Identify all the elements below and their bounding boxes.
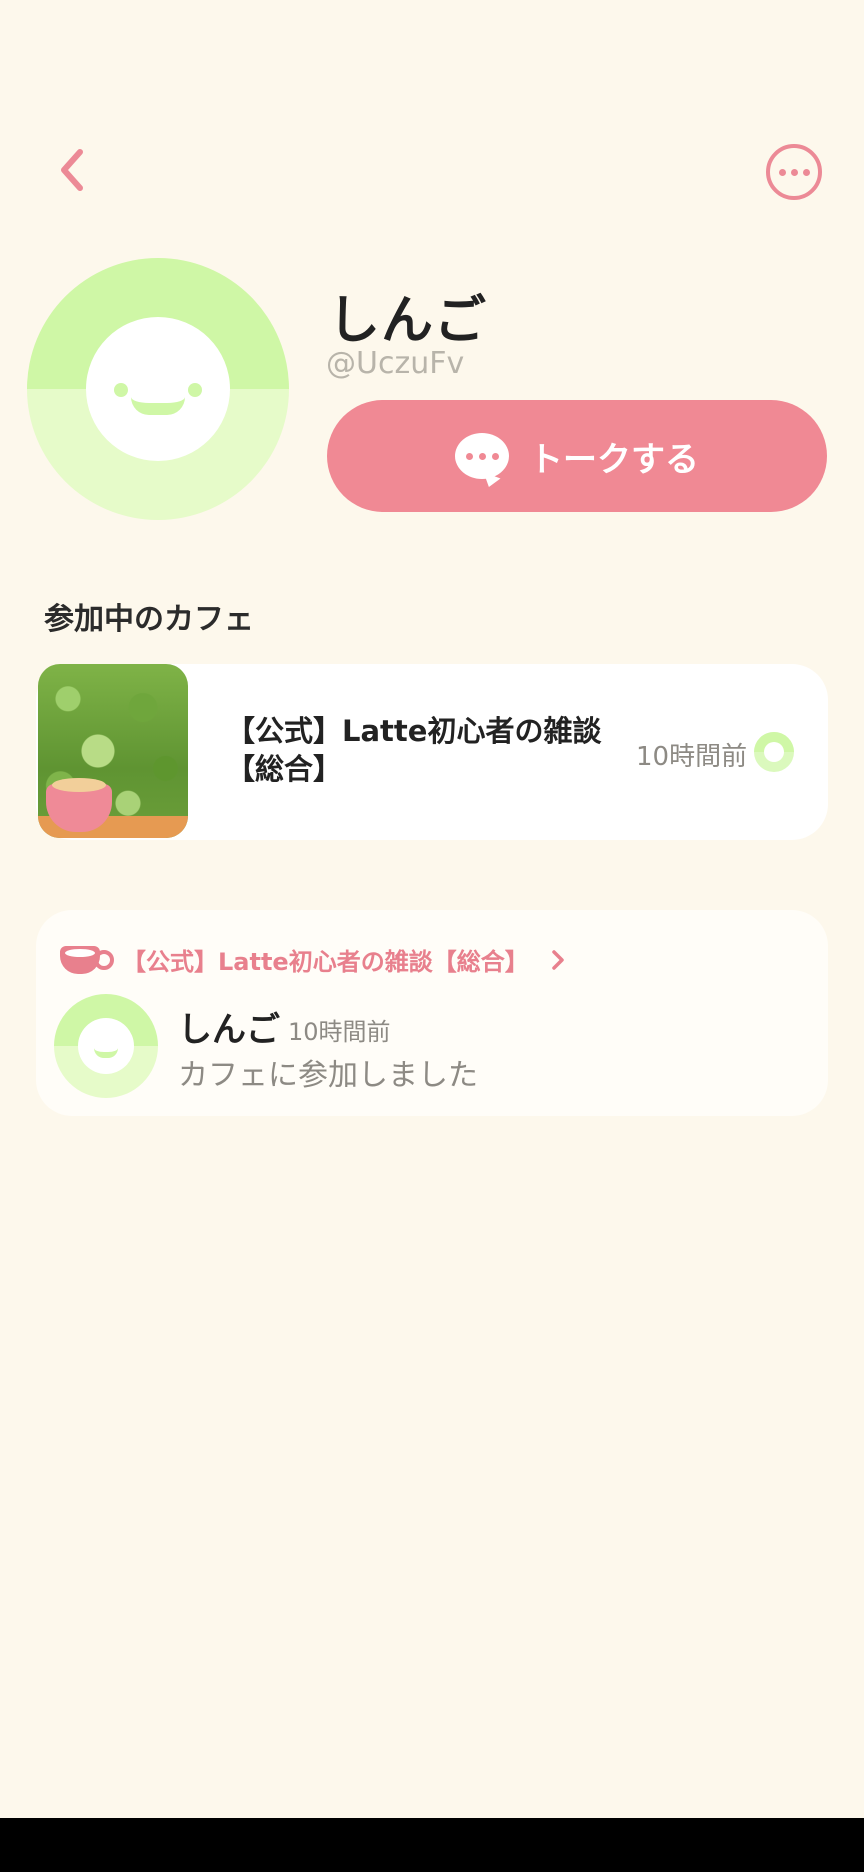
activity-cafe-link[interactable]: 【公式】Latte初心者の雑談【総合】 bbox=[60, 942, 565, 977]
chevron-right-icon bbox=[551, 949, 564, 970]
activity-user-avatar[interactable] bbox=[54, 994, 158, 1098]
member-avatar-icon bbox=[754, 732, 794, 772]
activity-cafe-title: 【公式】Latte初心者の雑談【総合】 bbox=[122, 948, 529, 976]
chat-bubble-icon bbox=[455, 433, 509, 479]
profile-name: しんご bbox=[328, 291, 488, 351]
section-title-joined-cafes: 参加中のカフェ bbox=[44, 602, 254, 637]
activity-card: 【公式】Latte初心者の雑談【総合】 しんご 10時間前 カフェに参加しました bbox=[36, 910, 828, 1116]
more-horizontal-icon bbox=[778, 168, 786, 176]
profile-avatar[interactable] bbox=[27, 258, 289, 520]
profile-handle: @UczuFv bbox=[326, 346, 465, 381]
cafe-thumbnail bbox=[38, 664, 188, 838]
cafe-timestamp: 10時間前 bbox=[636, 742, 748, 772]
back-button[interactable] bbox=[44, 140, 100, 200]
activity-message: カフェに参加しました bbox=[178, 1058, 478, 1093]
system-navigation-bar bbox=[0, 1818, 864, 1872]
talk-button[interactable]: トークする bbox=[327, 400, 827, 512]
cafe-list-item[interactable]: 【公式】Latte初心者の雑談【総合】 10時間前 bbox=[36, 664, 828, 840]
more-options-button[interactable] bbox=[766, 144, 822, 200]
cafe-name: 【公式】Latte初心者の雑談【総合】 bbox=[226, 714, 602, 786]
chevron-left-icon bbox=[61, 149, 83, 191]
activity-user-name: しんご bbox=[178, 1010, 280, 1050]
avatar-face-icon bbox=[78, 1018, 134, 1074]
talk-button-label: トークする bbox=[529, 439, 699, 480]
avatar-face-icon bbox=[86, 317, 230, 461]
coffee-cup-icon bbox=[60, 945, 114, 974]
activity-timestamp: 10時間前 bbox=[288, 1018, 391, 1046]
